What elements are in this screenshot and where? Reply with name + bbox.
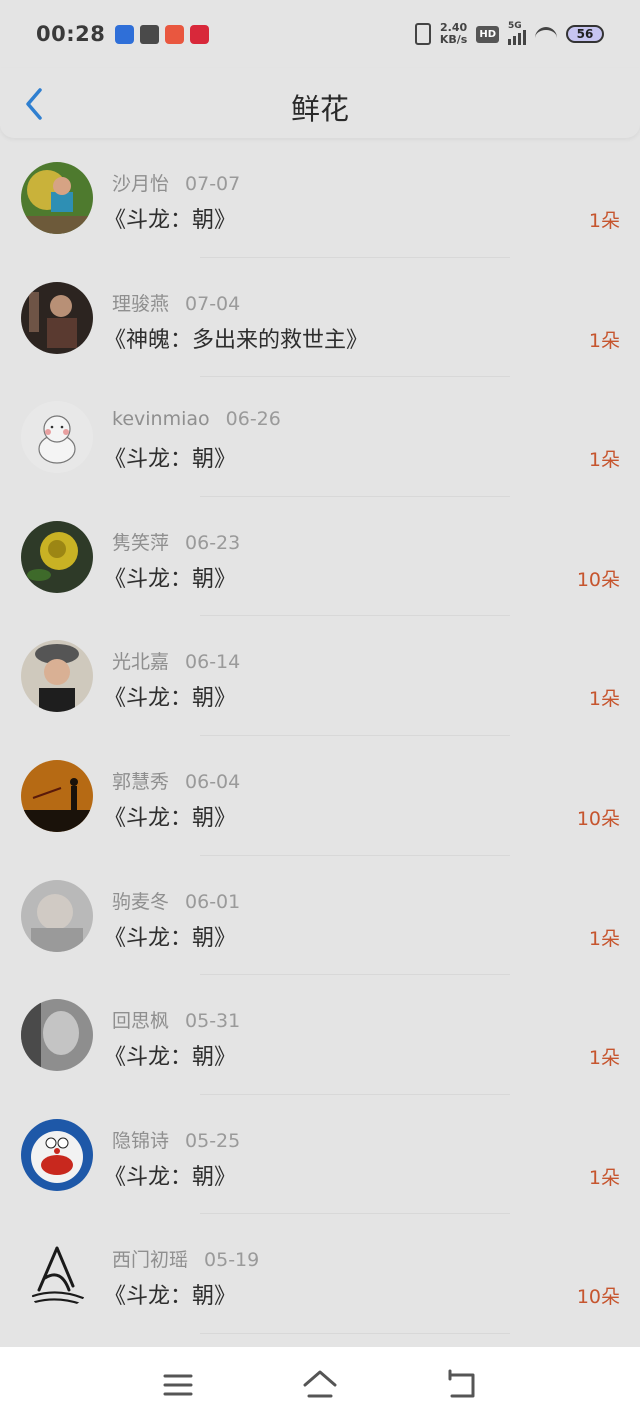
shopping-app-icon [165, 24, 185, 44]
list-item[interactable]: 西门初瑶 05-19 《斗龙：朝》 10朵 [0, 1214, 640, 1334]
book-title: 《神魄：多出来的救世主》 [104, 327, 369, 353]
list-item[interactable]: 隐锦诗 05-25 《斗龙：朝》 1朵 [0, 1095, 640, 1215]
list-item[interactable]: 回思枫 05-31 《斗龙：朝》 1朵 [0, 975, 640, 1095]
flower-count: 1朵 [588, 329, 620, 352]
back-icon[interactable] [442, 1365, 482, 1405]
book-title: 《斗龙：朝》 [104, 805, 237, 831]
status-indicators: 2.40 KB/s HD 5G 56 [414, 21, 604, 46]
baidu-app-icon [115, 24, 135, 44]
list-item[interactable]: 隽笑萍 06-23 《斗龙：朝》 10朵 [0, 497, 640, 617]
avatar[interactable] [21, 1238, 93, 1311]
tmall-app-icon [190, 24, 210, 44]
book-title: 《斗龙：朝》 [104, 686, 237, 712]
signal-icon: 5G [508, 21, 526, 45]
list-item[interactable]: 郭慧秀 06-04 《斗龙：朝》 10朵 [0, 736, 640, 856]
sender-name: 光北嘉 [112, 651, 170, 674]
list-item[interactable]: 光北嘉 06-14 《斗龙：朝》 1朵 [0, 616, 640, 736]
flower-count: 10朵 [576, 568, 620, 591]
list-item[interactable]: 沙月怡 07-07 《斗龙：朝》 1朵 [0, 138, 640, 258]
system-navigation-bar [0, 1347, 640, 1422]
sender-line: 驹麦冬 06-01 [112, 887, 240, 914]
send-date: 06-04 [185, 770, 241, 793]
flower-count: 1朵 [588, 688, 620, 711]
avatar[interactable] [21, 879, 93, 952]
avatar[interactable] [21, 281, 93, 354]
status-bar: 00:28 2.40 KB/s HD 5G 56 [0, 0, 640, 68]
avatar[interactable] [21, 1118, 93, 1191]
book-title: 《斗龙：朝》 [104, 447, 237, 473]
sender-name: 隽笑萍 [112, 531, 170, 554]
sender-name: 理骏燕 [112, 292, 170, 315]
send-date: 06-14 [185, 651, 241, 674]
calendar-icon [140, 24, 160, 44]
flower-record-list: 沙月怡 07-07 《斗龙：朝》 1朵 理骏燕 07-04 《神魄：多出来的救世主》… [0, 138, 640, 1334]
flower-count: 1朵 [588, 1166, 620, 1189]
send-date: 06-01 [185, 890, 241, 913]
send-date: 06-26 [225, 408, 281, 431]
avatar[interactable] [21, 640, 93, 713]
wifi-icon [535, 27, 557, 41]
battery-level: 56 [576, 27, 594, 41]
sender-line: 理骏燕 07-04 [112, 289, 240, 316]
sender-name: kevinmiao [112, 408, 210, 431]
status-time: 00:28 [36, 22, 106, 46]
sender-line: 西门初瑶 05-19 [112, 1245, 259, 1272]
network-speed: 2.40 KB/s [440, 22, 467, 46]
send-date: 05-25 [185, 1129, 241, 1152]
speed-unit: KB/s [439, 33, 468, 46]
sender-line: 隐锦诗 05-25 [112, 1126, 240, 1153]
sender-line: 隽笑萍 06-23 [112, 528, 240, 555]
sender-line: 郭慧秀 06-04 [112, 767, 240, 794]
sender-name: 回思枫 [112, 1010, 170, 1033]
list-item[interactable]: 驹麦冬 06-01 《斗龙：朝》 1朵 [0, 856, 640, 976]
sender-line: 回思枫 05-31 [112, 1006, 240, 1033]
flower-count: 1朵 [588, 449, 620, 472]
flower-count: 10朵 [576, 1286, 620, 1309]
sender-line: 沙月怡 07-07 [112, 169, 240, 196]
list-item[interactable]: kevinmiao 06-26 《斗龙：朝》 1朵 [0, 377, 640, 497]
avatar[interactable] [21, 759, 93, 832]
book-title: 《斗龙：朝》 [104, 566, 237, 592]
book-title: 《斗龙：朝》 [104, 925, 237, 951]
flower-count: 1朵 [588, 927, 620, 950]
flower-count: 10朵 [576, 807, 620, 830]
send-date: 07-07 [185, 173, 241, 195]
list-item[interactable]: 理骏燕 07-04 《神魄：多出来的救世主》 1朵 [0, 258, 640, 378]
vibrate-icon [414, 23, 431, 45]
sender-name: 西门初瑶 [112, 1249, 189, 1272]
avatar[interactable] [21, 162, 93, 234]
avatar[interactable] [21, 520, 93, 593]
divider [200, 1332, 510, 1334]
sender-name: 驹麦冬 [112, 890, 170, 913]
send-date: 06-23 [185, 531, 241, 554]
sender-name: 沙月怡 [112, 173, 170, 195]
flower-count: 1朵 [588, 1047, 620, 1070]
hd-icon: HD [476, 25, 499, 43]
book-title: 《斗龙：朝》 [104, 1284, 237, 1310]
book-title: 《斗龙：朝》 [104, 208, 237, 233]
menu-icon[interactable] [158, 1365, 198, 1405]
flower-count: 1朵 [588, 210, 620, 232]
network-type: 5G [508, 21, 522, 31]
battery-icon: 56 [566, 25, 604, 43]
sender-name: 隐锦诗 [112, 1129, 170, 1152]
app-header: 鲜花 [0, 68, 640, 138]
book-title: 《斗龙：朝》 [104, 1164, 237, 1190]
send-date: 05-31 [185, 1010, 241, 1033]
page-title: 鲜花 [290, 92, 349, 126]
home-icon[interactable] [300, 1365, 340, 1405]
sender-name: 郭慧秀 [112, 770, 170, 793]
notification-icons [115, 24, 210, 44]
book-title: 《斗龙：朝》 [104, 1045, 237, 1071]
avatar[interactable] [21, 999, 93, 1072]
sender-line: kevinmiao 06-26 [112, 408, 281, 430]
sender-line: 光北嘉 06-14 [112, 647, 240, 674]
avatar[interactable] [21, 401, 93, 474]
send-date: 07-04 [185, 292, 241, 315]
send-date: 05-19 [204, 1249, 260, 1272]
